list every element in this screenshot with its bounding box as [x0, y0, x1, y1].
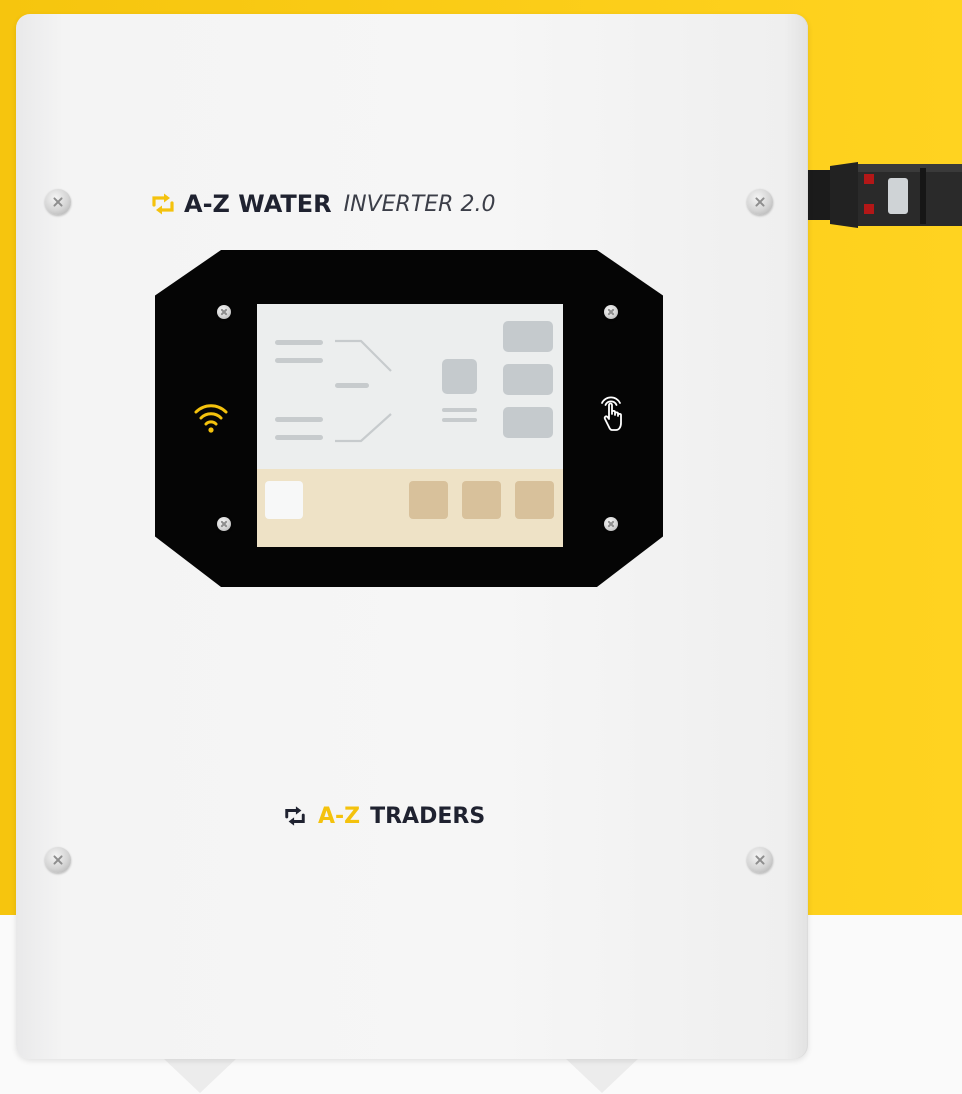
screw-icon [604, 517, 618, 531]
screen-placeholder-line [442, 418, 477, 422]
screen-placeholder-block [503, 364, 553, 395]
screen-footer-block [409, 481, 448, 519]
flow-connectors [335, 339, 392, 443]
screen-placeholder-line [442, 408, 477, 412]
company-logo: A-Z TRADERS [282, 798, 485, 834]
screen-placeholder-block [442, 359, 477, 394]
company-name-rest: TRADERS [370, 803, 486, 829]
product-name-light: INVERTER 2.0 [343, 191, 496, 217]
device-leg-right [564, 1057, 640, 1093]
screen-placeholder-block [503, 407, 553, 438]
screen-placeholder-line [275, 435, 323, 440]
wifi-icon [194, 404, 228, 433]
product-title: A-Z WATER INVERTER 2.0 [150, 186, 495, 222]
screen-placeholder-line [275, 417, 323, 422]
screen-placeholder-line [275, 358, 323, 363]
screw-icon [217, 517, 231, 531]
cable-connector [800, 162, 962, 228]
screw-icon [217, 305, 231, 319]
screw-icon [747, 847, 773, 873]
touch-hand-icon [601, 396, 622, 431]
touch-screen[interactable] [257, 304, 563, 547]
refresh-arrows-icon [285, 806, 305, 826]
refresh-arrows-icon [152, 193, 174, 215]
company-name-highlight: A-Z [318, 803, 361, 829]
screw-icon [747, 189, 773, 215]
screen-placeholder-line [275, 340, 323, 345]
screw-icon [604, 305, 618, 319]
screen-footer-block [515, 481, 554, 519]
screen-footer-block [265, 481, 303, 519]
screw-icon [45, 847, 71, 873]
screen-placeholder-block [503, 321, 553, 352]
product-name-bold: A-Z WATER [184, 190, 332, 218]
device-leg-left [162, 1057, 238, 1093]
screen-footer-block [462, 481, 501, 519]
screw-icon [45, 189, 71, 215]
